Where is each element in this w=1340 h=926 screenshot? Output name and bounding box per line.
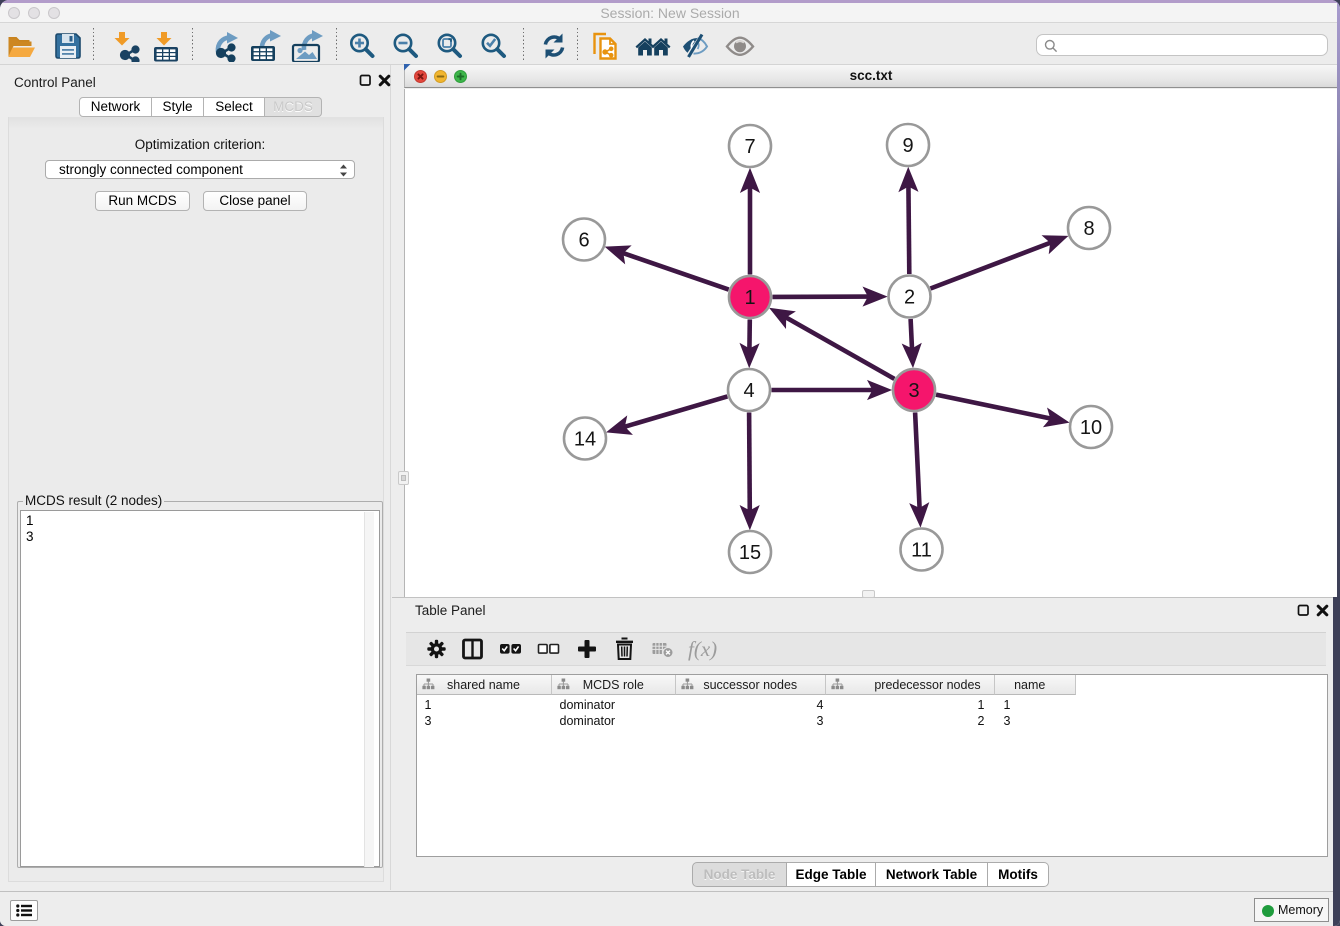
svg-text:1: 1 (744, 287, 755, 309)
svg-text:9: 9 (902, 135, 913, 157)
svg-text:15: 15 (739, 542, 761, 564)
svg-text:3: 3 (908, 380, 919, 402)
svg-text:f(x): f(x) (688, 637, 717, 661)
svg-text:8: 8 (1083, 218, 1094, 240)
svg-text:6: 6 (578, 230, 589, 252)
svg-text:2: 2 (904, 287, 915, 309)
svg-text:11: 11 (911, 540, 932, 562)
svg-text:7: 7 (744, 136, 755, 158)
svg-text:14: 14 (574, 429, 596, 451)
svg-text:4: 4 (743, 380, 754, 402)
svg-text:10: 10 (1080, 417, 1102, 439)
